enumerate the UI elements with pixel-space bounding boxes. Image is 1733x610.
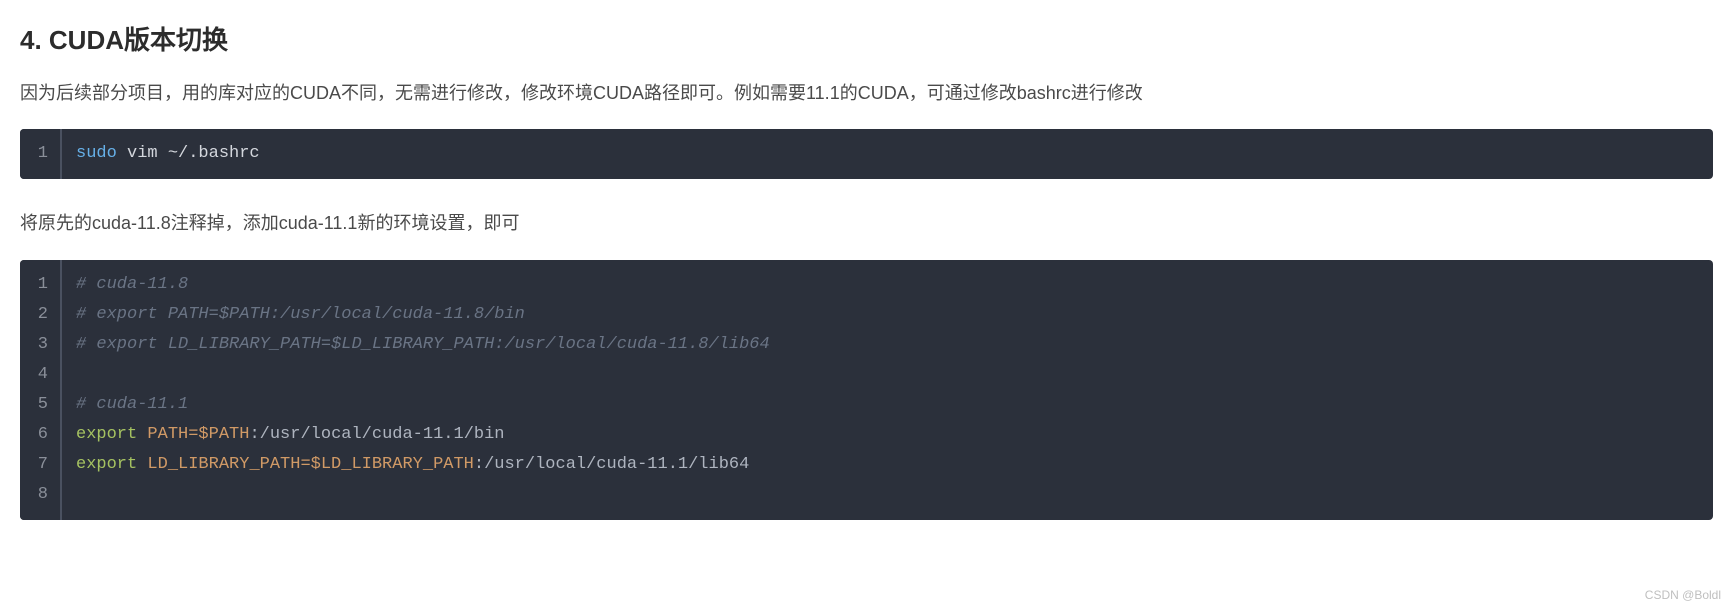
code-token: # export PATH=$PATH:/usr/local/cuda-11.8… [76, 305, 525, 324]
code-token: sudo [76, 144, 117, 163]
code-line: # cuda-11.1 [62, 390, 1713, 420]
code-token: :/usr/local/cuda-11.1/bin [249, 425, 504, 444]
code-token [137, 425, 147, 444]
line-number: 5 [20, 390, 60, 420]
paragraph-1: 因为后续部分项目，用的库对应的CUDA不同，无需进行修改，修改环境CUDA路径即… [20, 77, 1713, 109]
code-token [137, 455, 147, 474]
line-number: 1 [20, 270, 60, 300]
code-token: export [76, 425, 137, 444]
code-block-2: 12345678 # cuda-11.8 # export PATH=$PATH:… [20, 260, 1713, 520]
code-line: # export PATH=$PATH:/usr/local/cuda-11.8… [62, 300, 1713, 330]
code-token: :/usr/local/cuda-11.1/lib64 [474, 455, 749, 474]
code-line: sudo vim ~/.bashrc [62, 139, 1713, 169]
code-line: # export LD_LIBRARY_PATH=$LD_LIBRARY_PAT… [62, 330, 1713, 360]
code-line: # cuda-11.8 [62, 270, 1713, 300]
line-number: 2 [20, 300, 60, 330]
code-token: # export LD_LIBRARY_PATH=$LD_LIBRARY_PAT… [76, 335, 770, 354]
code-token: # cuda-11.1 [76, 395, 188, 414]
code-gutter: 1 [20, 129, 60, 179]
code-token: vim ~/.bashrc [117, 144, 260, 163]
line-number: 1 [20, 139, 60, 169]
code-block-1: 1 sudo vim ~/.bashrc [20, 129, 1713, 179]
code-token: export [76, 455, 137, 474]
line-number: 6 [20, 420, 60, 450]
code-line [62, 360, 1713, 390]
watermark: CSDN @Boldl [1645, 588, 1721, 602]
section-heading: 4. CUDA版本切换 [20, 20, 1713, 57]
line-number: 8 [20, 480, 60, 510]
code-line: export LD_LIBRARY_PATH=$LD_LIBRARY_PATH:… [62, 450, 1713, 480]
line-number: 7 [20, 450, 60, 480]
code-content: # cuda-11.8 # export PATH=$PATH:/usr/loca… [60, 260, 1713, 520]
paragraph-2: 将原先的cuda-11.8注释掉，添加cuda-11.1新的环境设置，即可 [20, 207, 1713, 239]
code-token: LD_LIBRARY_PATH=$LD_LIBRARY_PATH [147, 455, 473, 474]
code-token: # cuda-11.8 [76, 275, 188, 294]
code-line: export PATH=$PATH:/usr/local/cuda-11.1/b… [62, 420, 1713, 450]
code-line [62, 480, 1713, 510]
code-token: PATH=$PATH [147, 425, 249, 444]
code-gutter: 12345678 [20, 260, 60, 520]
line-number: 3 [20, 330, 60, 360]
code-content: sudo vim ~/.bashrc [60, 129, 1713, 179]
line-number: 4 [20, 360, 60, 390]
